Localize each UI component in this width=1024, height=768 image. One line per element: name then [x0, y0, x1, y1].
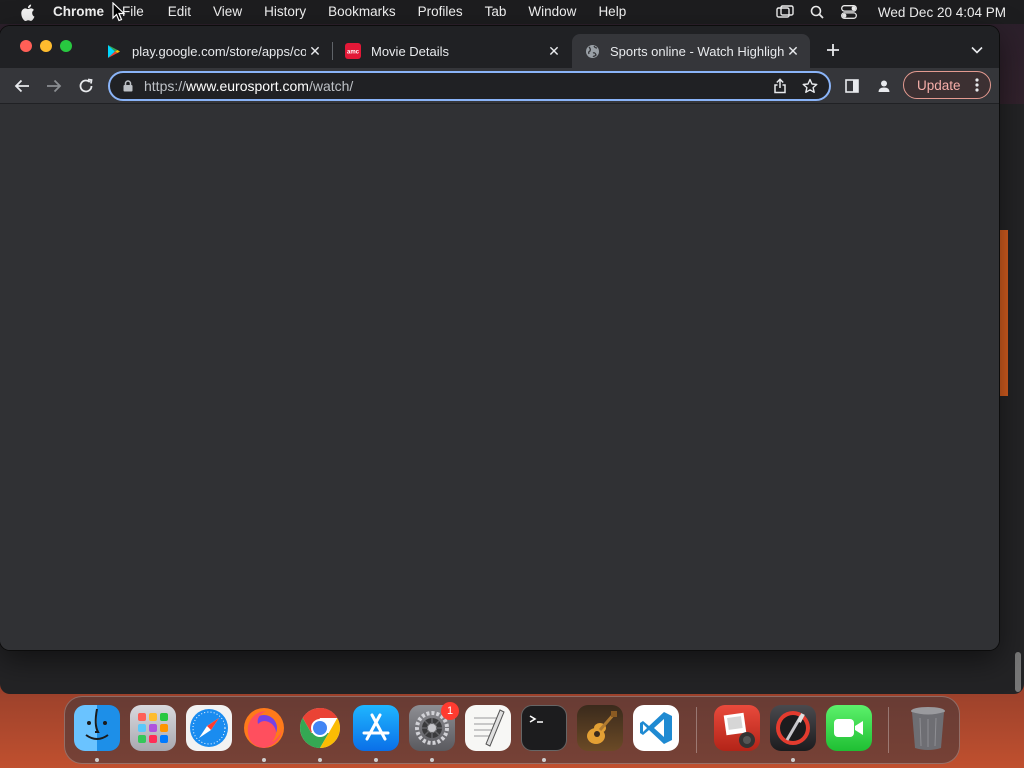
launchpad-icon[interactable] — [130, 705, 176, 751]
tab-close-icon[interactable]: ✕ — [545, 42, 563, 60]
tab-google-play[interactable]: play.google.com/store/apps/co ✕ — [94, 34, 332, 68]
dock-separator — [696, 707, 697, 753]
browser-toolbar: https://www.eurosport.com/watch/ Update — [0, 68, 999, 104]
svg-text:amc: amc — [347, 50, 360, 56]
url-scheme: https:// — [144, 78, 187, 94]
new-tab-icon[interactable] — [823, 40, 843, 60]
mouse-cursor-icon — [112, 2, 126, 22]
vscode-icon[interactable] — [633, 705, 679, 751]
textedit-icon[interactable] — [465, 705, 511, 751]
share-icon[interactable] — [769, 75, 791, 97]
dock: 1 — [64, 696, 960, 764]
tab-search-chevron-icon[interactable] — [967, 40, 987, 60]
update-label: Update — [917, 77, 961, 93]
tab-close-icon[interactable]: ✕ — [784, 42, 802, 60]
url-host: www.eurosport.com — [186, 78, 309, 94]
menu-window[interactable]: Window — [520, 0, 584, 24]
tab-strip: play.google.com/store/apps/co ✕ amc Movi… — [0, 26, 999, 68]
control-center-icon[interactable] — [840, 3, 858, 21]
tab-title: Sports online - Watch Highligh — [610, 43, 784, 59]
update-chrome-button[interactable]: Update — [903, 71, 991, 99]
menu-clock[interactable]: Wed Dec 20 4:04 PM — [878, 5, 1006, 20]
menu-profiles[interactable]: Profiles — [410, 0, 471, 24]
background-scrollbar-thumb[interactable] — [1015, 652, 1021, 692]
url-path: /watch/ — [308, 78, 354, 94]
address-bar-url[interactable]: https://www.eurosport.com/watch/ — [144, 78, 769, 94]
menu-bookmarks[interactable]: Bookmarks — [320, 0, 404, 24]
firefox-icon[interactable] — [241, 705, 287, 751]
close-window-button[interactable] — [20, 40, 32, 52]
running-indicator — [95, 758, 99, 762]
chrome-window: play.google.com/store/apps/co ✕ amc Movi… — [0, 26, 999, 650]
garageband-icon[interactable] — [577, 705, 623, 751]
running-indicator — [318, 758, 322, 762]
trash-icon[interactable] — [905, 705, 951, 751]
reload-icon[interactable] — [73, 73, 99, 99]
address-bar[interactable]: https://www.eurosport.com/watch/ — [108, 71, 831, 101]
running-indicator — [542, 758, 546, 762]
safari-icon[interactable] — [186, 705, 232, 751]
lock-icon[interactable] — [121, 79, 135, 93]
zoom-window-button[interactable] — [60, 40, 72, 52]
google-play-icon — [106, 43, 122, 59]
tab-movie-details[interactable]: amc Movie Details ✕ — [333, 34, 571, 68]
bookmark-star-icon[interactable] — [799, 75, 821, 97]
menu-app-name[interactable]: Chrome — [53, 0, 112, 24]
instruments-icon[interactable] — [770, 705, 816, 751]
finder-icon[interactable] — [74, 705, 120, 751]
chrome-icon[interactable] — [297, 705, 343, 751]
tab-close-icon[interactable]: ✕ — [306, 42, 324, 60]
running-indicator — [791, 758, 795, 762]
running-indicator — [262, 758, 266, 762]
menu-tab[interactable]: Tab — [477, 0, 515, 24]
globe-icon — [584, 43, 600, 59]
tab-sports-online[interactable]: Sports online - Watch Highligh ✕ — [572, 34, 810, 68]
running-indicator — [374, 758, 378, 762]
amc-icon: amc — [345, 43, 361, 59]
menu-help[interactable]: Help — [590, 0, 634, 24]
more-vertical-icon[interactable] — [968, 78, 986, 92]
window-controls — [20, 40, 72, 52]
dock-separator — [888, 707, 889, 753]
background-window-accent — [1000, 230, 1008, 396]
side-panel-icon[interactable] — [841, 75, 863, 97]
running-indicator — [430, 758, 434, 762]
tab-title: play.google.com/store/apps/co — [132, 43, 306, 59]
minimize-window-button[interactable] — [40, 40, 52, 52]
terminal-icon[interactable] — [521, 705, 567, 751]
menu-edit[interactable]: Edit — [160, 0, 199, 24]
screen-mirroring-icon[interactable] — [776, 3, 794, 21]
menu-view[interactable]: View — [205, 0, 250, 24]
spotlight-search-icon[interactable] — [808, 3, 826, 21]
tab-title: Movie Details — [371, 43, 450, 59]
photo-booth-icon[interactable] — [714, 705, 760, 751]
back-arrow-icon[interactable] — [9, 73, 35, 99]
profile-avatar-icon[interactable] — [873, 75, 895, 97]
facetime-icon[interactable] — [826, 705, 872, 751]
forward-arrow-icon[interactable] — [41, 73, 67, 99]
apple-menu-icon[interactable] — [17, 2, 37, 22]
menu-bar: Chrome File Edit View History Bookmarks … — [0, 0, 1024, 24]
app-store-icon[interactable] — [353, 705, 399, 751]
settings-notification-badge: 1 — [441, 702, 459, 720]
menu-history[interactable]: History — [256, 0, 314, 24]
page-content-blank[interactable] — [0, 104, 999, 650]
